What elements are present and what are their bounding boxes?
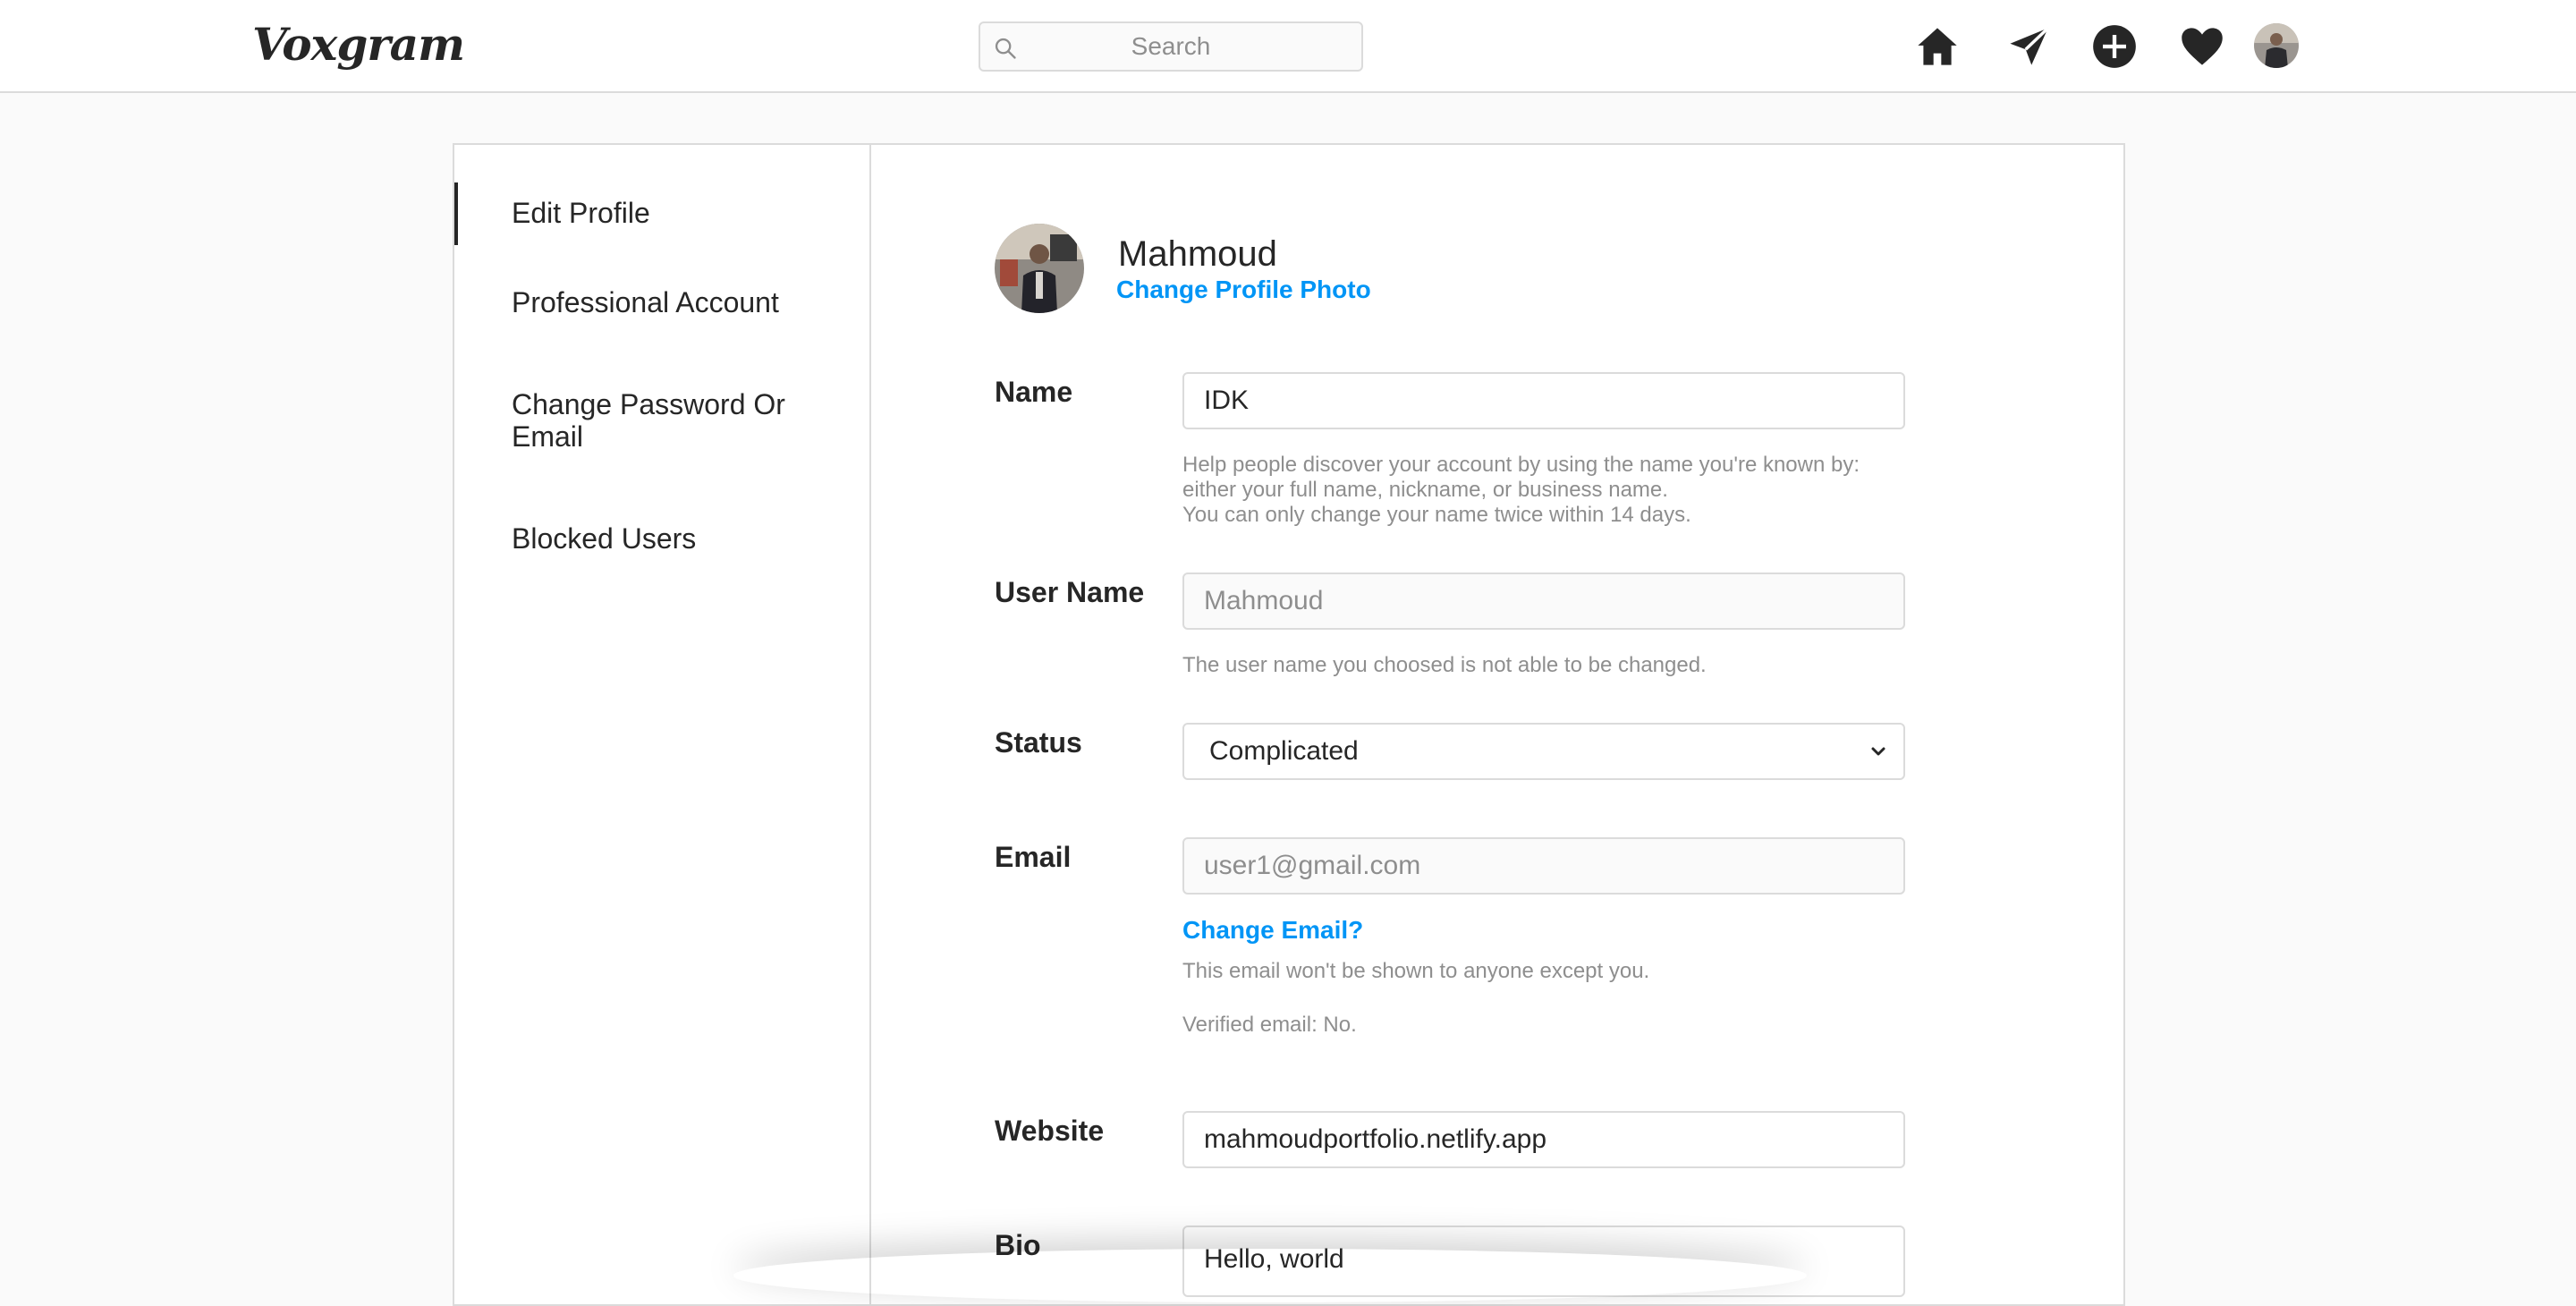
status-label: Status bbox=[995, 726, 1082, 759]
name-hint-2: either your full name, nickname, or busi… bbox=[1182, 478, 1668, 502]
sidebar-item-professional-account[interactable]: Professional Account bbox=[454, 286, 869, 318]
sidebar-item-label: Blocked Users bbox=[512, 522, 697, 555]
sidebar-item-blocked-users[interactable]: Blocked Users bbox=[454, 522, 869, 555]
sidebar-item-label: Edit Profile bbox=[512, 197, 650, 229]
avatar-photo bbox=[2254, 23, 2299, 68]
direct-send-icon[interactable] bbox=[2005, 23, 2052, 70]
email-hint: This email won't be shown to anyone exce… bbox=[1182, 959, 1650, 983]
change-profile-photo-link[interactable]: Change Profile Photo bbox=[1116, 276, 1371, 304]
nav-profile-avatar[interactable] bbox=[2254, 23, 2299, 68]
settings-card: Edit Profile Professional Account Change… bbox=[453, 143, 2125, 1306]
name-hint-1: Help people discover your account by usi… bbox=[1182, 453, 1860, 477]
top-navigation-bar: Voxgram bbox=[0, 0, 2576, 93]
search-box[interactable] bbox=[979, 21, 1363, 72]
new-post-icon[interactable] bbox=[2091, 23, 2138, 70]
edit-profile-form: Mahmoud Change Profile Photo Name Help p… bbox=[871, 145, 2123, 1304]
app-logo[interactable]: Voxgram bbox=[252, 9, 465, 81]
bottom-overlay-shadow bbox=[733, 1249, 1807, 1302]
name-input[interactable] bbox=[1182, 372, 1905, 429]
username-label: User Name bbox=[995, 576, 1145, 608]
sidebar-item-label: Change Password Or Email bbox=[512, 388, 785, 453]
website-input[interactable] bbox=[1182, 1111, 1905, 1168]
email-input bbox=[1182, 837, 1905, 895]
home-icon[interactable] bbox=[1914, 23, 1961, 70]
settings-sidebar: Edit Profile Professional Account Change… bbox=[454, 145, 871, 1304]
status-selected-value: Complicated bbox=[1209, 736, 1359, 766]
name-hint-3: You can only change your name twice with… bbox=[1182, 503, 1691, 527]
sidebar-item-label: Professional Account bbox=[512, 286, 779, 318]
sidebar-item-edit-profile[interactable]: Edit Profile bbox=[454, 182, 869, 245]
chevron-down-icon bbox=[1871, 747, 1885, 756]
activity-heart-icon[interactable] bbox=[2179, 23, 2225, 70]
name-label: Name bbox=[995, 376, 1073, 408]
status-select[interactable]: Complicated bbox=[1182, 723, 1905, 780]
username-input bbox=[1182, 572, 1905, 630]
avatar-photo bbox=[995, 224, 1084, 313]
profile-username: Mahmoud bbox=[1118, 234, 1277, 274]
verified-email-status: Verified email: No. bbox=[1182, 1013, 1357, 1037]
search-input[interactable] bbox=[980, 23, 1361, 70]
profile-avatar[interactable] bbox=[995, 224, 1084, 313]
email-label: Email bbox=[995, 841, 1072, 873]
sidebar-item-change-password-or-email[interactable]: Change Password Or Email bbox=[454, 388, 869, 453]
username-hint: The user name you choosed is not able to… bbox=[1182, 653, 1707, 677]
change-email-link[interactable]: Change Email? bbox=[1182, 916, 1363, 945]
website-label: Website bbox=[995, 1115, 1105, 1147]
